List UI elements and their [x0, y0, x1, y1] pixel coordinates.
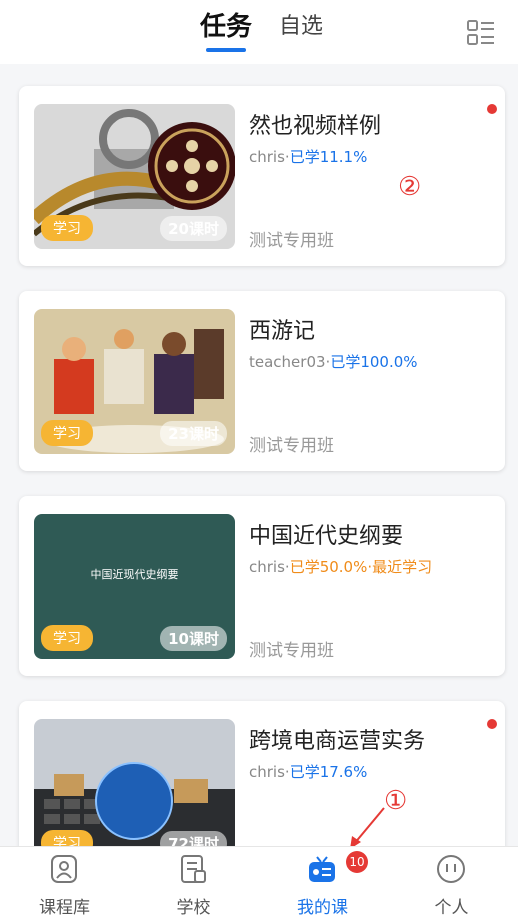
teacher-name: teacher03 [249, 353, 326, 371]
progress-text: 已学50.0%·最近学习 [289, 558, 433, 576]
course-meta: chris·已学17.6% [249, 761, 367, 782]
nav-label: 课程库 [39, 898, 90, 918]
nav-course-library[interactable]: 课程库 [0, 847, 129, 920]
course-title: 跨境电商运营实务 [249, 729, 426, 754]
course-card[interactable]: 学习 20课时 然也视频样例 chris·已学11.1% 测试专用班 [19, 86, 505, 266]
course-meta: chris·已学50.0%·最近学习 [249, 556, 432, 577]
hours-badge: 20课时 [160, 216, 227, 241]
tab-tasks[interactable]: 任务 [200, 6, 252, 43]
teacher-name: chris [249, 763, 285, 781]
nav-my-courses[interactable]: 我的课 [258, 847, 387, 920]
active-tab-indicator [206, 48, 246, 52]
course-meta: chris·已学11.1% [249, 146, 367, 167]
study-badge: 学习 [41, 215, 93, 241]
nav-label: 我的课 [297, 898, 348, 918]
unread-dot [487, 719, 497, 729]
hours-badge: 23课时 [160, 421, 227, 446]
list-view-icon[interactable] [466, 18, 496, 48]
tv-icon [309, 856, 335, 882]
course-library-icon [51, 855, 77, 883]
course-thumbnail: 学习 20课时 [34, 104, 235, 249]
course-card[interactable]: 学习 23课时 西游记 teacher03·已学100.0% 测试专用班 [19, 291, 505, 471]
progress-text: 已学100.0% [330, 353, 418, 371]
bottom-navigation: 课程库 学校 我的课 10 个人 [0, 846, 518, 920]
notification-badge: 10 [346, 851, 368, 873]
annotation-two: ② [398, 172, 422, 202]
course-title: 中国近代史纲要 [249, 524, 404, 549]
teacher-name: chris [249, 148, 285, 166]
hours-badge: 10课时 [160, 626, 227, 651]
study-badge: 学习 [41, 625, 93, 651]
class-name: 测试专用班 [249, 231, 334, 251]
course-title: 西游记 [249, 319, 316, 344]
annotation-arrow [350, 807, 385, 849]
thumbnail-text: 中国近现代史纲要 [90, 568, 179, 581]
course-thumbnail: 学习 23课时 [34, 309, 235, 454]
nav-label: 个人 [434, 898, 469, 918]
study-badge: 学习 [41, 420, 93, 446]
school-icon [181, 855, 206, 883]
progress-text: 已学17.6% [289, 763, 368, 781]
top-bar: 任务 自选 [0, 0, 518, 64]
progress-text: 已学11.1% [289, 148, 368, 166]
tab-selected[interactable]: 自选 [279, 8, 323, 40]
class-name: 测试专用班 [249, 436, 334, 456]
course-title: 然也视频样例 [249, 114, 382, 139]
course-card[interactable]: 中国近现代史纲要 学习 10课时 中国近代史纲要 chris·已学50.0%·最… [19, 496, 505, 676]
nav-profile[interactable]: 个人 [387, 847, 516, 920]
teacher-name: chris [249, 558, 285, 576]
course-thumbnail: 学习 72课时 [34, 719, 235, 864]
unread-dot [487, 104, 497, 114]
course-meta: teacher03·已学100.0% [249, 351, 418, 372]
course-thumbnail: 中国近现代史纲要 学习 10课时 [34, 514, 235, 659]
nav-school[interactable]: 学校 [129, 847, 258, 920]
profile-icon [437, 855, 465, 883]
class-name: 测试专用班 [249, 641, 334, 661]
nav-label: 学校 [176, 898, 211, 918]
